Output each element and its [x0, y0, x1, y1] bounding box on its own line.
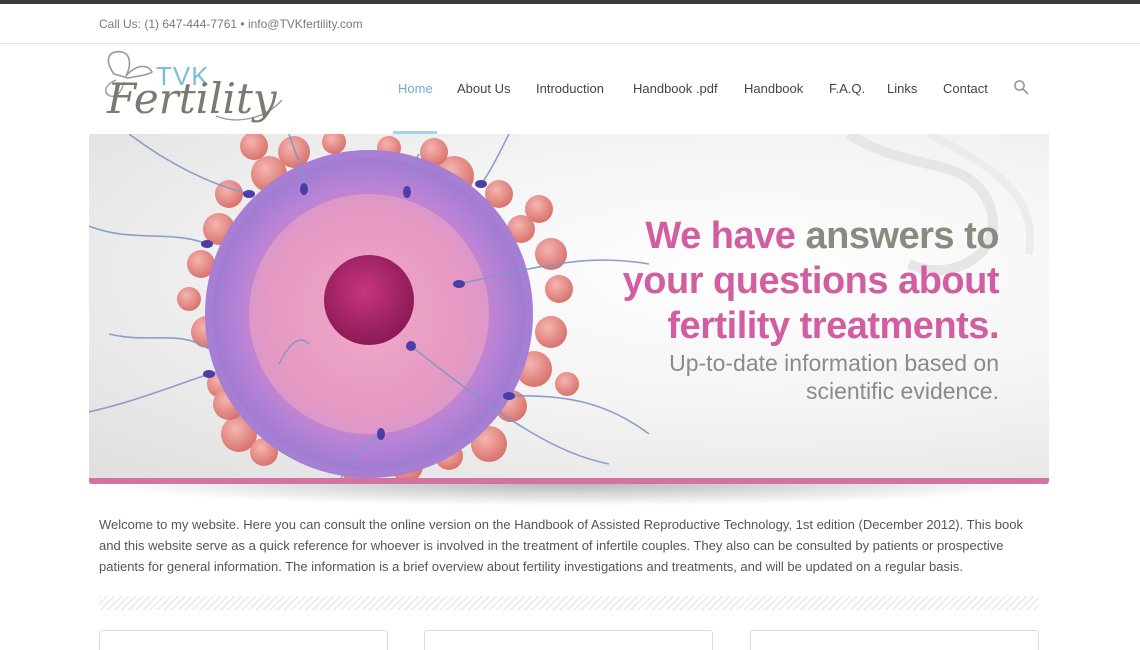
nav-home[interactable]: Home [398, 81, 433, 96]
nav-introduction[interactable]: Introduction [536, 81, 604, 96]
nav-handbook-pdf[interactable]: Handbook .pdf [633, 81, 718, 96]
contact-info: Call Us: (1) 647-444-7761 • info@TVKfert… [99, 17, 363, 31]
hero-shadow [89, 484, 1049, 506]
nav-about-us[interactable]: About Us [457, 81, 510, 96]
nav-links[interactable]: Links [887, 81, 917, 96]
subheading-line-2: scientific evidence. [805, 378, 999, 404]
hero-banner: We have answers to your questions about … [89, 134, 1049, 484]
feature-card-3 [750, 630, 1039, 650]
nav-handbook[interactable]: Handbook [744, 81, 803, 96]
feature-card-2 [424, 630, 713, 650]
headline-pink-part: We have [645, 215, 806, 257]
headline-line-2: your questions about [622, 260, 1000, 302]
intro-paragraph: Welcome to my website. Here you can cons… [99, 517, 1023, 574]
feature-card-1 [99, 630, 388, 650]
nav-faq[interactable]: F.A.Q. [829, 81, 865, 96]
headline-gray-part: answers to [805, 215, 999, 257]
main-nav: Home About Us Introduction Handbook .pdf… [0, 44, 1140, 134]
headline-line-3: fertility treatments. [667, 305, 999, 347]
hatched-divider [99, 596, 1039, 610]
hero-subheading: Up-to-date information based on scientif… [669, 349, 999, 405]
subheading-line-1: Up-to-date information based on [669, 350, 999, 376]
contact-bar: Call Us: (1) 647-444-7761 • info@TVKfert… [0, 4, 1140, 44]
nav-contact[interactable]: Contact [943, 81, 988, 96]
search-icon[interactable] [1013, 79, 1029, 95]
hero-headline: We have answers to your questions about … [622, 214, 1000, 349]
